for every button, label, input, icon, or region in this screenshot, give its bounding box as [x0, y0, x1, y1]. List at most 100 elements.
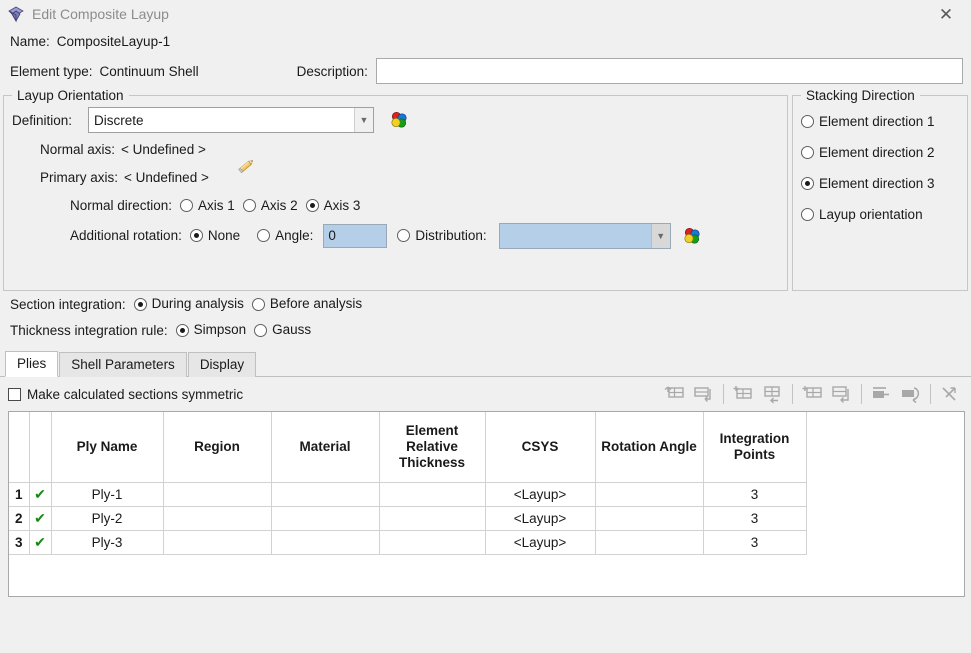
table-row[interactable]: 2 ✔ Ply-2 <Layup> 3 [9, 506, 806, 530]
radio-dot [190, 229, 203, 242]
plies-table: Ply Name Region Material Element Relativ… [9, 412, 807, 555]
primary-axis-row: Primary axis: < Undefined > [12, 163, 779, 191]
radio-normal-direction-axis-1[interactable]: Axis 1 [180, 199, 235, 213]
pencil-icon[interactable] [235, 155, 257, 177]
cell-ply-name[interactable]: Ply-1 [51, 482, 163, 506]
cell-csys[interactable]: <Layup> [485, 482, 595, 506]
radio-additional-rotation-angle[interactable]: Angle: [257, 229, 313, 243]
distribution-csys-color-icon[interactable] [681, 225, 703, 247]
tab-plies[interactable]: Plies [5, 351, 58, 377]
radio-stacking-element-direction-2[interactable]: Element direction 2 [801, 137, 967, 168]
radio-label: Element direction 1 [819, 115, 935, 129]
plies-table-container[interactable]: Ply Name Region Material Element Relativ… [8, 411, 965, 597]
make-symmetric-checkbox[interactable]: Make calculated sections symmetric [8, 387, 243, 402]
close-icon[interactable]: ✕ [925, 0, 967, 28]
tab-shell-parameters[interactable]: Shell Parameters [59, 352, 187, 377]
col-header-rotation-angle[interactable]: Rotation Angle [595, 412, 703, 482]
copy-row-up-icon[interactable] [797, 381, 827, 407]
radio-dot [257, 229, 270, 242]
stacking-direction-group: Stacking Direction Element direction 1 E… [792, 88, 968, 291]
copy-row-down-icon[interactable] [827, 381, 857, 407]
element-type-label: Element type: [10, 64, 93, 79]
csys-color-icon[interactable] [388, 109, 410, 131]
insert-row-above-icon[interactable] [659, 381, 689, 407]
col-header-region[interactable]: Region [163, 412, 271, 482]
radio-label: Element direction 3 [819, 177, 935, 191]
toolbar-separator [792, 384, 793, 404]
integration-settings: Section integration: During analysis Bef… [0, 291, 971, 343]
cell-region[interactable] [163, 530, 271, 554]
radio-dot [801, 115, 814, 128]
name-row: Name: CompositeLayup-1 [8, 28, 963, 54]
radio-thickness-rule-gauss[interactable]: Gauss [254, 323, 311, 337]
cell-integration-points[interactable]: 3 [703, 506, 806, 530]
col-header-csys[interactable]: CSYS [485, 412, 595, 482]
cell-region[interactable] [163, 506, 271, 530]
cell-material[interactable] [271, 506, 379, 530]
radio-label: None [208, 229, 240, 243]
radio-dot [243, 199, 256, 212]
cell-material[interactable] [271, 482, 379, 506]
col-header-material[interactable]: Material [271, 412, 379, 482]
radio-stacking-element-direction-1[interactable]: Element direction 1 [801, 106, 967, 137]
move-row-down-icon[interactable] [689, 381, 719, 407]
cell-region[interactable] [163, 482, 271, 506]
cell-integration-points[interactable]: 3 [703, 530, 806, 554]
element-type-value: Continuum Shell [100, 64, 199, 79]
description-label: Description: [297, 64, 368, 79]
radio-label: Element direction 2 [819, 146, 935, 160]
radio-dot [397, 229, 410, 242]
make-symmetric-label: Make calculated sections symmetric [27, 387, 243, 402]
col-header-element-relative-thickness[interactable]: Element Relative Thickness [379, 412, 485, 482]
description-input[interactable] [376, 58, 963, 84]
cell-csys[interactable]: <Layup> [485, 530, 595, 554]
distribution-select[interactable]: ▼ [499, 223, 671, 249]
swap-row-icon[interactable] [896, 381, 926, 407]
toolbar-separator [723, 384, 724, 404]
radio-section-integration-before-analysis[interactable]: Before analysis [252, 297, 362, 311]
radio-stacking-element-direction-3[interactable]: Element direction 3 [801, 168, 967, 199]
delete-row-icon[interactable] [935, 381, 965, 407]
cell-rotation-angle[interactable] [595, 482, 703, 506]
definition-label: Definition: [12, 113, 88, 128]
radio-normal-direction-axis-2[interactable]: Axis 2 [243, 199, 298, 213]
table-row[interactable]: 1 ✔ Ply-1 <Layup> 3 [9, 482, 806, 506]
normal-axis-row: Normal axis: < Undefined > [12, 135, 779, 163]
row-enabled-check-icon[interactable]: ✔ [29, 530, 51, 554]
cell-ply-name[interactable]: Ply-3 [51, 530, 163, 554]
radio-additional-rotation-distribution[interactable]: Distribution: [397, 229, 486, 243]
col-header-ply-name[interactable]: Ply Name [51, 412, 163, 482]
toolbar-separator [861, 384, 862, 404]
definition-select[interactable]: Discrete ▼ [88, 107, 374, 133]
tab-display[interactable]: Display [188, 352, 256, 377]
radio-section-integration-during-analysis[interactable]: During analysis [134, 297, 244, 311]
add-row-top-icon[interactable] [728, 381, 758, 407]
cell-element-relative-thickness[interactable] [379, 530, 485, 554]
col-header-integration-points[interactable]: Integration Points [703, 412, 806, 482]
radio-thickness-rule-simpson[interactable]: Simpson [176, 323, 247, 337]
add-row-bottom-icon[interactable] [758, 381, 788, 407]
cell-integration-points[interactable]: 3 [703, 482, 806, 506]
row-enabled-check-icon[interactable]: ✔ [29, 482, 51, 506]
row-enabled-check-icon[interactable]: ✔ [29, 506, 51, 530]
radio-stacking-layup-orientation[interactable]: Layup orientation [801, 199, 967, 230]
cell-element-relative-thickness[interactable] [379, 482, 485, 506]
cell-csys[interactable]: <Layup> [485, 506, 595, 530]
row-index: 1 [9, 482, 29, 506]
radio-normal-direction-axis-3[interactable]: Axis 3 [306, 199, 361, 213]
row-toolbar [659, 381, 965, 407]
tab-bar: Plies Shell Parameters Display [0, 351, 971, 377]
cell-rotation-angle[interactable] [595, 530, 703, 554]
layup-icon [6, 4, 26, 24]
cell-element-relative-thickness[interactable] [379, 506, 485, 530]
radio-additional-rotation-none[interactable]: None [190, 229, 240, 243]
cell-ply-name[interactable]: Ply-2 [51, 506, 163, 530]
stacking-direction-legend: Stacking Direction [801, 88, 920, 103]
element-type-row: Element type: Continuum Shell Descriptio… [8, 54, 963, 88]
table-row[interactable]: 3 ✔ Ply-3 <Layup> 3 [9, 530, 806, 554]
cell-material[interactable] [271, 530, 379, 554]
shift-row-icon[interactable] [866, 381, 896, 407]
cell-rotation-angle[interactable] [595, 506, 703, 530]
angle-input[interactable] [323, 224, 387, 248]
radio-label: Gauss [272, 323, 311, 337]
